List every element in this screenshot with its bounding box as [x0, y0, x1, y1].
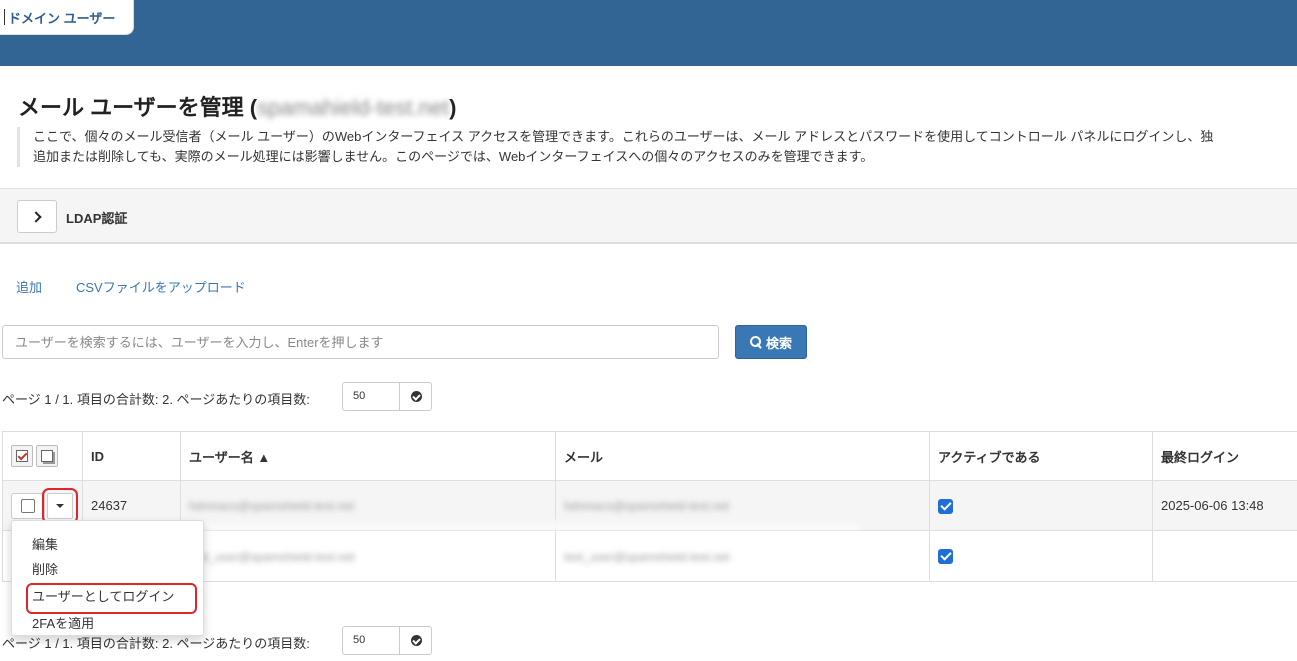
- page-title-prefix: メール ユーザーを管理 (: [18, 95, 258, 120]
- per-page-bottom[interactable]: 50: [342, 626, 432, 655]
- row-email: test_user@spamshield-test.net: [564, 549, 730, 564]
- select-all-icon[interactable]: [11, 445, 33, 467]
- menu-item-apply-2fa[interactable]: 2FAを適用: [32, 613, 94, 632]
- table-header-row: ID ユーザー名 ▲ メール アクティブである 最終ログイン: [2, 431, 1297, 481]
- menu-item-delete[interactable]: 削除: [32, 559, 58, 578]
- row-active-cell: [929, 480, 1153, 531]
- caret-down-icon: [56, 503, 64, 508]
- row-actions-dropdown-button[interactable]: [42, 487, 78, 524]
- page-title-suffix: ): [449, 95, 457, 120]
- per-page-bottom-value: 50: [353, 634, 366, 646]
- chevron-right-icon: [29, 210, 42, 223]
- check-circle-icon: [410, 635, 422, 646]
- user-search-input[interactable]: [2, 325, 719, 359]
- ldap-panel: LDAP認証: [0, 188, 1297, 244]
- select-column-header: [2, 431, 83, 481]
- page-title-domain: spamahield-test.net: [257, 95, 450, 120]
- page-title: メール ユーザーを管理 (spamahield-test.net): [18, 90, 456, 122]
- page-description-line-1: ここで、個々のメール受信者（メール ユーザー）のWebインターフェイス アクセス…: [33, 129, 1214, 144]
- checkbox-checked-icon[interactable]: [938, 498, 953, 514]
- search-button[interactable]: 検索: [735, 325, 807, 359]
- deselect-all-icon[interactable]: [36, 445, 58, 467]
- per-page-top-apply-button[interactable]: [399, 383, 432, 410]
- row-username[interactable]: test_user@spamshield-test.net: [189, 550, 355, 564]
- row-last-login: [1152, 530, 1297, 582]
- check-circle-icon: [410, 391, 422, 402]
- column-header-email[interactable]: メール: [555, 431, 930, 481]
- column-header-last-login[interactable]: 最終ログイン: [1152, 431, 1297, 481]
- row-active-cell: [929, 530, 1153, 582]
- checkbox-checked-icon[interactable]: [938, 549, 953, 564]
- menu-item-edit[interactable]: 編集: [32, 534, 58, 553]
- per-page-bottom-apply-button[interactable]: [399, 627, 432, 654]
- search-button-label: 検索: [765, 335, 792, 351]
- row-username[interactable]: hdnmacs@spamshield-test.net: [189, 499, 354, 513]
- page-description-line-2: 追加または削除しても、実際のメール処理には影響しません。このページでは、Webイ…: [33, 149, 874, 164]
- row-last-login: 2025-06-06 13:48: [1152, 480, 1297, 531]
- search-icon: [749, 336, 762, 348]
- column-header-id[interactable]: ID: [82, 431, 181, 481]
- dropdown-shadow-overlay: [204, 520, 859, 530]
- ldap-label: LDAP認証: [66, 211, 128, 226]
- top-header-bar: ドメイン ユーザー: [0, 0, 1297, 66]
- pager-top-text: ページ 1 / 1. 項目の合計数: 2. ページあたりの項目数:: [2, 392, 310, 407]
- row-email: hdnmacs@spamshield-test.net: [564, 499, 729, 513]
- menu-item-login-as-user[interactable]: ユーザーとしてログイン: [32, 586, 174, 605]
- add-user-link[interactable]: 追加: [16, 277, 42, 296]
- row-actions-menu: 編集 削除 ユーザーとしてログイン 2FAを適用: [11, 520, 204, 636]
- page-description: ここで、個々のメール受信者（メール ユーザー）のWebインターフェイス アクセス…: [17, 127, 1297, 167]
- column-header-username[interactable]: ユーザー名 ▲: [180, 431, 556, 481]
- column-header-active[interactable]: アクティブである: [929, 431, 1153, 481]
- per-page-top-value: 50: [353, 390, 366, 402]
- ldap-expand-button[interactable]: [17, 200, 57, 233]
- domain-users-tab[interactable]: ドメイン ユーザー: [0, 0, 134, 35]
- upload-csv-link[interactable]: CSVファイルをアップロード: [76, 277, 246, 296]
- per-page-top[interactable]: 50: [342, 382, 432, 411]
- row-checkbox[interactable]: [11, 492, 45, 519]
